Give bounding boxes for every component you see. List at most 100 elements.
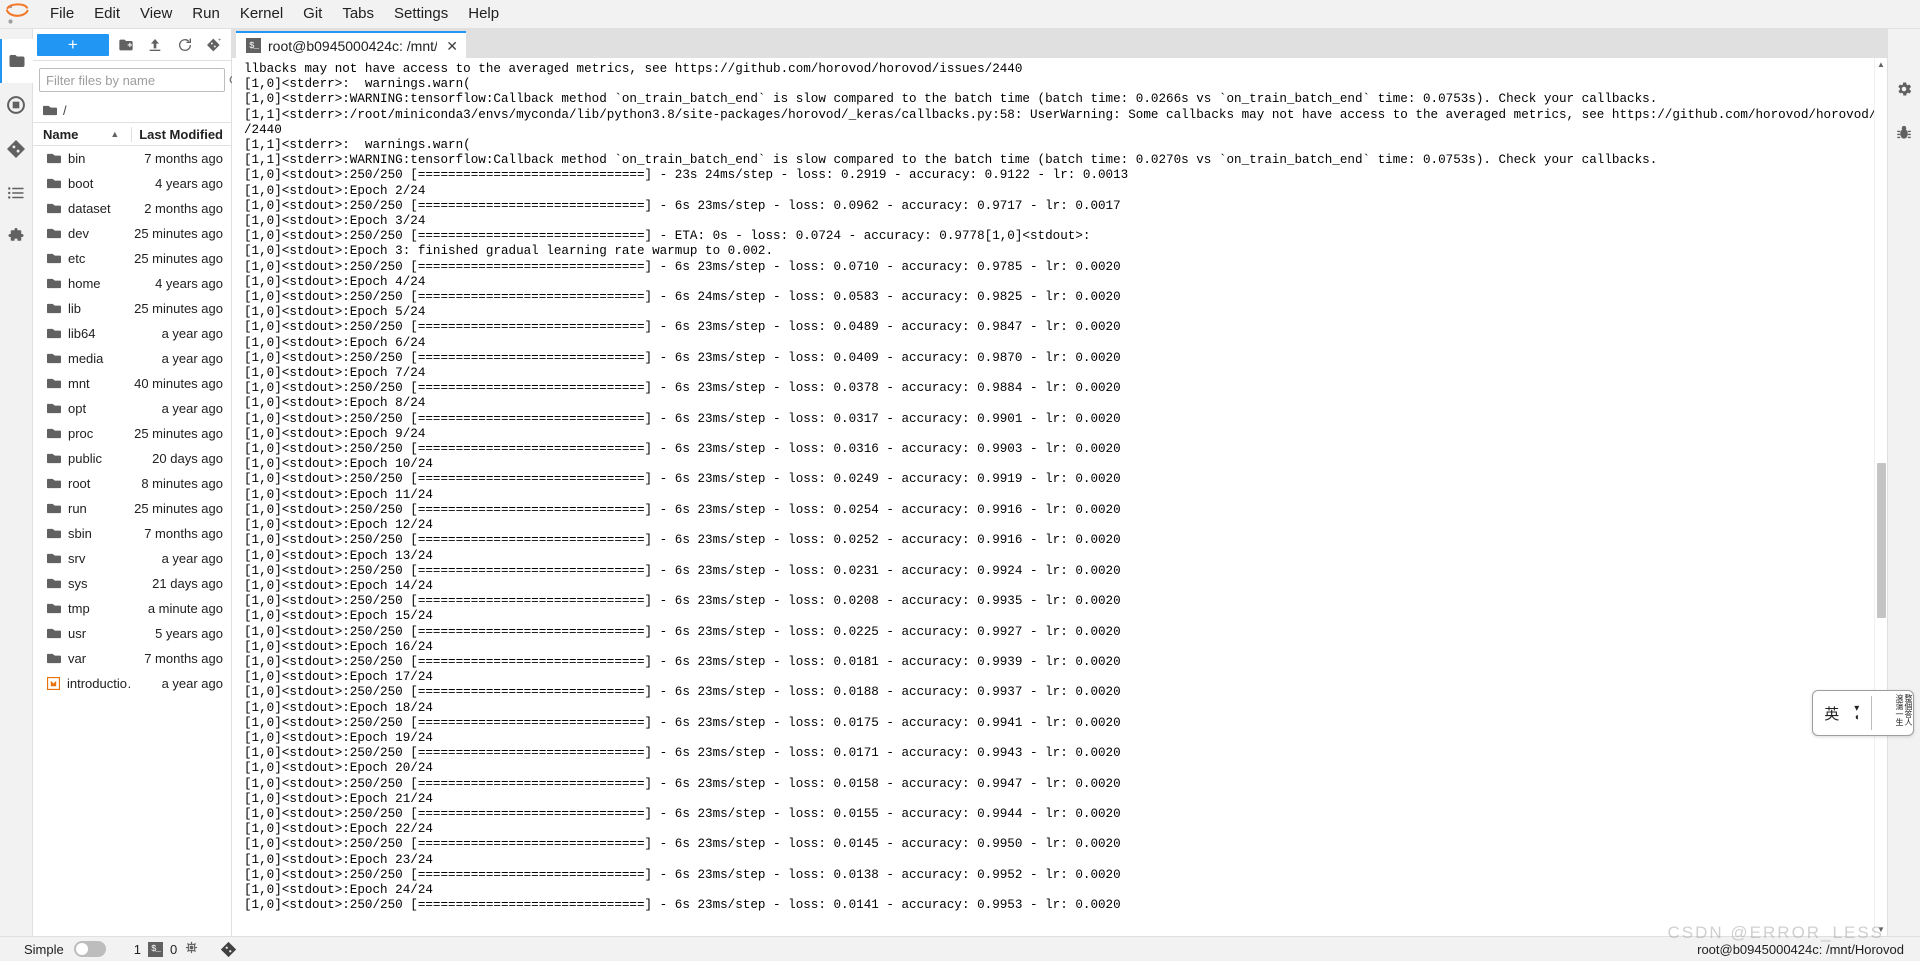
menu-help[interactable]: Help xyxy=(458,2,509,26)
file-item-modified: 25 minutes ago xyxy=(134,301,223,316)
ime-mode-label[interactable]: 英 xyxy=(1824,703,1839,724)
folder-icon xyxy=(47,478,61,489)
close-icon[interactable]: ✕ xyxy=(444,39,458,53)
file-item-name-cell: home xyxy=(33,276,131,291)
file-list-item[interactable]: srv a year ago xyxy=(33,546,231,571)
folder-icon xyxy=(47,428,61,439)
tab-terminal[interactable]: $_ root@b0945000424c: /mnt/H ✕ xyxy=(236,31,466,58)
scroll-up-icon[interactable]: ▲ xyxy=(1875,58,1887,71)
menu-settings[interactable]: Settings xyxy=(384,2,458,26)
file-item-modified: a year ago xyxy=(161,676,223,691)
file-list: bin 7 months ago boot 4 years ago dataset 2 m… xyxy=(33,146,231,936)
menu-view[interactable]: View xyxy=(130,2,182,26)
ime-floating-widget[interactable]: 英 ▾ ◖ 整個答人滾蕩一生 xyxy=(1812,690,1914,736)
menu-git[interactable]: Git xyxy=(293,2,332,26)
ime-mode-group[interactable]: 英 ▾ ◖ xyxy=(1813,703,1871,724)
menu-kernel[interactable]: Kernel xyxy=(230,2,293,26)
file-list-item[interactable]: sbin 7 months ago xyxy=(33,521,231,546)
file-list-item[interactable]: etc 25 minutes ago xyxy=(33,246,231,271)
file-list-item[interactable]: run 25 minutes ago xyxy=(33,496,231,521)
file-list-item[interactable]: boot 4 years ago xyxy=(33,171,231,196)
file-list-item[interactable]: var 7 months ago xyxy=(33,646,231,671)
file-list-item[interactable]: lib 25 minutes ago xyxy=(33,296,231,321)
search-input[interactable] xyxy=(40,72,228,88)
file-list-item[interactable]: usr 5 years ago xyxy=(33,621,231,646)
file-item-modified: 25 minutes ago xyxy=(134,501,223,516)
breadcrumb[interactable]: / xyxy=(33,98,231,122)
file-item-name-cell: opt xyxy=(33,401,131,416)
column-header-last-modified[interactable]: Last Modified xyxy=(131,126,231,142)
kernel-status-group[interactable]: 1 $_ 0 xyxy=(106,940,237,958)
file-list-item[interactable]: dataset 2 months ago xyxy=(33,196,231,221)
file-item-name-cell: dev xyxy=(33,226,131,241)
ime-phrase[interactable]: 整個答人滾蕩一生 xyxy=(1872,691,1913,735)
new-folder-icon[interactable] xyxy=(113,33,139,57)
file-list-item[interactable]: media a year ago xyxy=(33,346,231,371)
file-list-item[interactable]: mnt 40 minutes ago xyxy=(33,371,231,396)
file-list-item[interactable]: dev 25 minutes ago xyxy=(33,221,231,246)
debugger-bug-icon[interactable] xyxy=(1888,111,1920,155)
kernel-chip-icon xyxy=(184,940,199,958)
git-clone-icon[interactable]: + xyxy=(201,33,227,57)
refresh-icon[interactable] xyxy=(172,33,198,57)
file-list-item[interactable]: introductio… a year ago xyxy=(33,671,231,696)
file-item-modified: 21 days ago xyxy=(152,576,223,591)
file-item-label: introductio… xyxy=(67,676,131,691)
file-filter[interactable] xyxy=(39,68,241,92)
file-item-name-cell: bin xyxy=(33,151,131,166)
sidebar-item-running-terminals[interactable] xyxy=(0,83,33,127)
scrollbar-thumb[interactable] xyxy=(1877,463,1886,618)
menu-run[interactable]: Run xyxy=(182,2,230,26)
column-header-name-wrap[interactable]: Name ▲ xyxy=(33,127,131,142)
file-list-item[interactable]: sys 21 days ago xyxy=(33,571,231,596)
folder-icon xyxy=(47,153,61,164)
file-list-item[interactable]: home 4 years ago xyxy=(33,271,231,296)
menu-edit[interactable]: Edit xyxy=(84,2,130,26)
new-launcher-button[interactable]: + xyxy=(37,33,109,56)
file-browser-panel: + + Filter files by name / Name ▲ Last M… xyxy=(33,29,241,936)
file-item-label: bin xyxy=(68,151,86,166)
file-item-name-cell: mnt xyxy=(33,376,131,391)
terminal-icon: $_ xyxy=(246,38,261,53)
jupyterlab-window: File Edit View Run Kernel Git Tabs Setti… xyxy=(0,0,1920,961)
file-item-name-cell: proc xyxy=(33,426,131,441)
folder-icon xyxy=(47,628,61,639)
terminal-panel[interactable]: llbacks may not have access to the avera… xyxy=(232,58,1887,936)
upload-icon[interactable] xyxy=(142,33,168,57)
file-list-item[interactable]: bin 7 months ago xyxy=(33,146,231,171)
file-item-name-cell: lib64 xyxy=(33,326,131,341)
menu-tabs[interactable]: Tabs xyxy=(332,2,384,26)
file-list-item[interactable]: tmp a minute ago xyxy=(33,596,231,621)
sidebar-item-extension-manager[interactable] xyxy=(0,215,33,259)
file-item-name-cell: boot xyxy=(33,176,131,191)
kernels-count: 0 xyxy=(169,941,178,957)
file-item-label: sbin xyxy=(68,526,92,541)
ime-shape-icon[interactable]: ▾ ◖ xyxy=(1854,704,1860,723)
terminal-scrollbar[interactable]: ▲ ▼ xyxy=(1874,58,1887,936)
folder-icon xyxy=(47,453,61,464)
file-item-label: usr xyxy=(68,626,87,641)
file-list-item[interactable]: opt a year ago xyxy=(33,396,231,421)
sidebar-item-commands[interactable] xyxy=(0,171,33,215)
folder-icon xyxy=(47,228,61,239)
file-list-item[interactable]: root 8 minutes ago xyxy=(33,471,231,496)
property-inspector-gear-icon[interactable] xyxy=(1888,67,1920,111)
file-item-modified: 2 months ago xyxy=(144,201,223,216)
terminals-count: 1 xyxy=(133,941,141,957)
folder-icon xyxy=(47,353,61,364)
file-item-label: srv xyxy=(68,551,86,566)
simple-mode-toggle[interactable] xyxy=(73,941,106,957)
file-list-item[interactable]: lib64 a year ago xyxy=(33,321,231,346)
simple-interface-toggle-group[interactable]: Simple xyxy=(0,941,106,957)
file-item-name-cell: tmp xyxy=(33,601,131,616)
file-item-name-cell: lib xyxy=(33,301,131,316)
file-list-item[interactable]: proc 25 minutes ago xyxy=(33,421,231,446)
file-item-name-cell: root xyxy=(33,476,131,491)
sort-ascending-icon: ▲ xyxy=(110,129,120,139)
git-status-icon[interactable] xyxy=(206,941,237,958)
sidebar-item-file-browser[interactable] xyxy=(0,39,33,83)
sidebar-item-git[interactable] xyxy=(0,127,33,171)
scroll-down-icon[interactable]: ▼ xyxy=(1875,923,1887,936)
menu-file[interactable]: File xyxy=(40,2,84,26)
file-list-item[interactable]: public 20 days ago xyxy=(33,446,231,471)
